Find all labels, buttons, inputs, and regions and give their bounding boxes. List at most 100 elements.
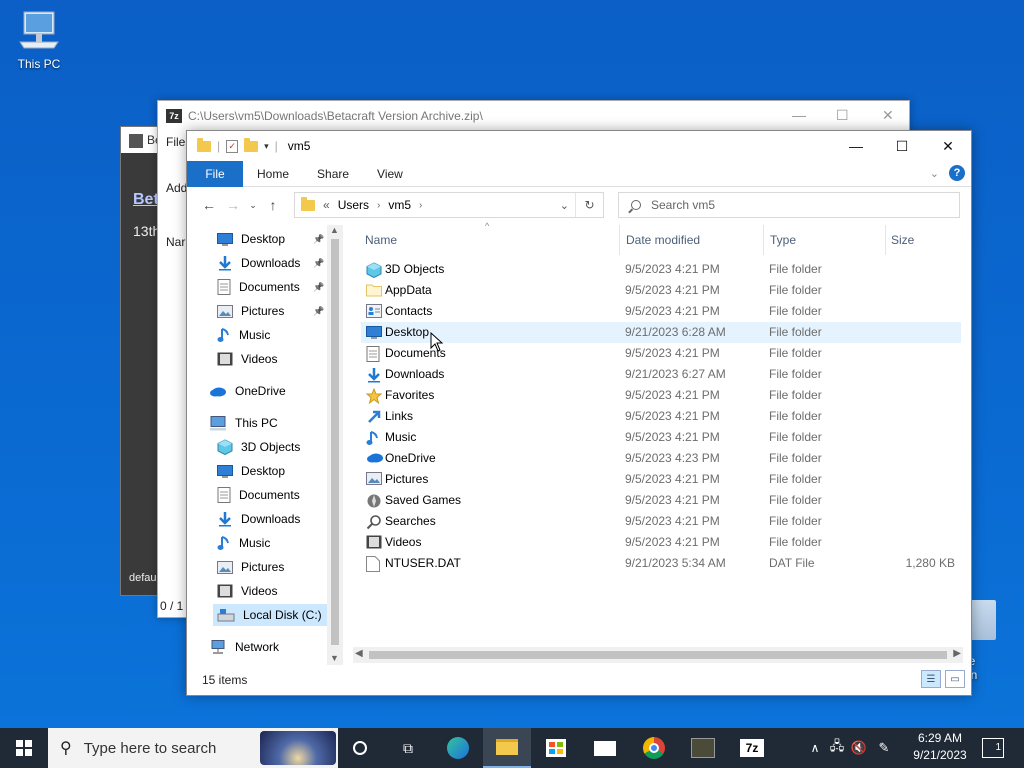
breadcrumb-users[interactable]: Users (338, 198, 369, 212)
sidebar-item-downloads[interactable]: Downloads (213, 508, 327, 530)
pen-icon[interactable]: ✎ (870, 740, 898, 756)
chevron-right-icon[interactable]: › (419, 200, 422, 211)
tab-share[interactable]: Share (303, 161, 363, 187)
cortana-icon[interactable] (336, 728, 384, 768)
table-row[interactable]: Contacts 9/5/2023 4:21 PM File folder (361, 301, 961, 322)
column-header-size[interactable]: Size (891, 225, 914, 255)
clock[interactable]: 6:29 AM 9/21/2023 (900, 730, 980, 764)
sidebar-item-videos[interactable]: Videos (213, 580, 327, 602)
table-row[interactable]: AppData 9/5/2023 4:21 PM File folder (361, 280, 961, 301)
sidebar-item-desktop[interactable]: Desktop (213, 460, 327, 482)
start-button[interactable] (0, 728, 48, 768)
scroll-down-icon[interactable]: ▼ (330, 653, 339, 663)
table-row[interactable]: Music 9/5/2023 4:21 PM File folder (361, 427, 961, 448)
back-button[interactable]: ← (197, 197, 221, 213)
sidebar-item-3d-objects[interactable]: 3D Objects (213, 436, 327, 458)
table-row[interactable]: Searches 9/5/2023 4:21 PM File folder (361, 511, 961, 532)
scroll-thumb[interactable] (369, 651, 947, 659)
chevron-up-icon[interactable]: ∧ (804, 741, 826, 755)
table-row[interactable]: Videos 9/5/2023 4:21 PM File folder (361, 532, 961, 553)
search-box[interactable]: Search vm5 (618, 192, 960, 218)
sidebar-item-network[interactable]: Network (205, 636, 327, 658)
taskbar-search[interactable]: ⚲ Type here to search (48, 728, 338, 768)
sidebar-item-documents[interactable]: Documents 📌 (213, 276, 327, 298)
column-header-date[interactable]: Date modified (626, 225, 700, 255)
notification-center-icon[interactable]: 1 (982, 738, 1004, 758)
sidebar-item-local-disk-c[interactable]: Local Disk (C:) (213, 604, 327, 626)
sidebar-item-onedrive[interactable]: OneDrive (205, 380, 327, 402)
sidebar-item-downloads[interactable]: Downloads 📌 (213, 252, 327, 274)
sidebar-item-pictures[interactable]: Pictures 📌 (213, 300, 327, 322)
minimize-button[interactable]: — (833, 131, 879, 161)
breadcrumb-overflow[interactable]: « (323, 198, 330, 212)
taskbar-search-input[interactable]: Type here to search (84, 740, 217, 757)
new-folder-icon[interactable] (244, 137, 259, 152)
forward-button[interactable]: → (221, 197, 245, 213)
scroll-left-icon[interactable]: ◀ (355, 648, 363, 659)
help-icon[interactable]: ? (949, 165, 965, 181)
close-button[interactable]: ✕ (925, 131, 971, 161)
sidebar-item-videos[interactable]: Videos (213, 348, 327, 370)
table-row[interactable]: Saved Games 9/5/2023 4:21 PM File folder (361, 490, 961, 511)
column-divider[interactable] (763, 225, 764, 255)
table-row[interactable]: OneDrive 9/5/2023 4:23 PM File folder (361, 448, 961, 469)
sidebar-item-music[interactable]: Music (213, 324, 327, 346)
sevenzip-add-button[interactable]: Add (166, 181, 187, 195)
mail-icon[interactable] (581, 728, 629, 768)
table-row[interactable]: Favorites 9/5/2023 4:21 PM File folder (361, 385, 961, 406)
large-icons-view-button[interactable]: ▭ (945, 670, 965, 688)
explorer-window[interactable]: | ✓ ▾ | vm5 — ☐ ✕ File Home Share View ⌄… (186, 130, 972, 696)
table-row[interactable]: NTUSER.DAT 9/21/2023 5:34 AM DAT File 1,280… (361, 553, 961, 574)
file-explorer-taskbar-icon[interactable] (483, 728, 531, 768)
table-row[interactable]: Desktop 9/21/2023 6:28 AM File folder (361, 322, 961, 343)
sidebar-item-music[interactable]: Music (213, 532, 327, 554)
nav-scrollbar[interactable]: ▲ ▼ (327, 225, 343, 665)
address-bar[interactable]: « Users › vm5 › ⌄ ↻ (294, 192, 604, 218)
task-view-icon[interactable]: ⧉ (384, 728, 432, 768)
breadcrumb-vm5[interactable]: vm5 (388, 198, 411, 212)
sidebar-item-desktop[interactable]: Desktop 📌 (213, 228, 327, 250)
sidebar-item-documents[interactable]: Documents (213, 484, 327, 506)
tab-file[interactable]: File (187, 160, 243, 187)
store-icon[interactable] (532, 728, 580, 768)
properties-icon[interactable]: ✓ (226, 139, 239, 153)
column-divider[interactable] (885, 225, 886, 255)
volume-muted-icon[interactable]: 🔇 (848, 740, 870, 756)
scroll-thumb[interactable] (331, 239, 339, 645)
expand-ribbon-icon[interactable]: ⌄ (930, 167, 939, 180)
search-input[interactable]: Search vm5 (651, 198, 715, 212)
maximize-button[interactable]: ☐ (836, 107, 849, 124)
minimize-button[interactable]: — (792, 107, 806, 123)
sidebar-item-this-pc[interactable]: This PC (205, 412, 327, 434)
table-row[interactable]: Links 9/5/2023 4:21 PM File folder (361, 406, 961, 427)
recent-locations-icon[interactable]: ⌄ (245, 200, 261, 211)
sidebar-item-pictures[interactable]: Pictures (213, 556, 327, 578)
scroll-up-icon[interactable]: ▲ (330, 225, 339, 235)
chevron-right-icon[interactable]: › (377, 200, 380, 211)
desktop-icon-this-pc[interactable]: This PC (14, 8, 64, 71)
sevenzip-name-column[interactable]: Nar (166, 235, 185, 249)
network-icon[interactable]: 🖧 (826, 737, 848, 759)
betacraft-taskbar-icon[interactable] (679, 728, 727, 768)
table-row[interactable]: 3D Objects 9/5/2023 4:21 PM File folder (361, 259, 961, 280)
edge-icon[interactable] (434, 728, 482, 768)
close-button[interactable]: ✕ (882, 107, 894, 124)
sevenzip-taskbar-icon[interactable]: 7z (728, 728, 776, 768)
table-row[interactable]: Downloads 9/21/2023 6:27 AM File folder (361, 364, 961, 385)
chrome-icon[interactable] (630, 728, 678, 768)
table-row[interactable]: Documents 9/5/2023 4:21 PM File folder (361, 343, 961, 364)
tab-view[interactable]: View (363, 161, 417, 187)
table-row[interactable]: Pictures 9/5/2023 4:21 PM File folder (361, 469, 961, 490)
column-header-name[interactable]: Name (365, 225, 397, 255)
details-view-button[interactable]: ☰ (921, 670, 941, 688)
up-button[interactable]: ↑ (261, 197, 285, 213)
scroll-right-icon[interactable]: ▶ (953, 648, 961, 659)
maximize-button[interactable]: ☐ (879, 131, 925, 161)
refresh-button[interactable]: ↻ (575, 193, 603, 217)
column-header-type[interactable]: Type (770, 225, 796, 255)
qat-dropdown-icon[interactable]: ▾ (264, 141, 269, 152)
horizontal-scrollbar[interactable]: ◀ ▶ (353, 647, 963, 663)
column-divider[interactable] (619, 225, 620, 255)
address-dropdown-icon[interactable]: ⌄ (560, 199, 569, 212)
tab-home[interactable]: Home (243, 161, 303, 187)
